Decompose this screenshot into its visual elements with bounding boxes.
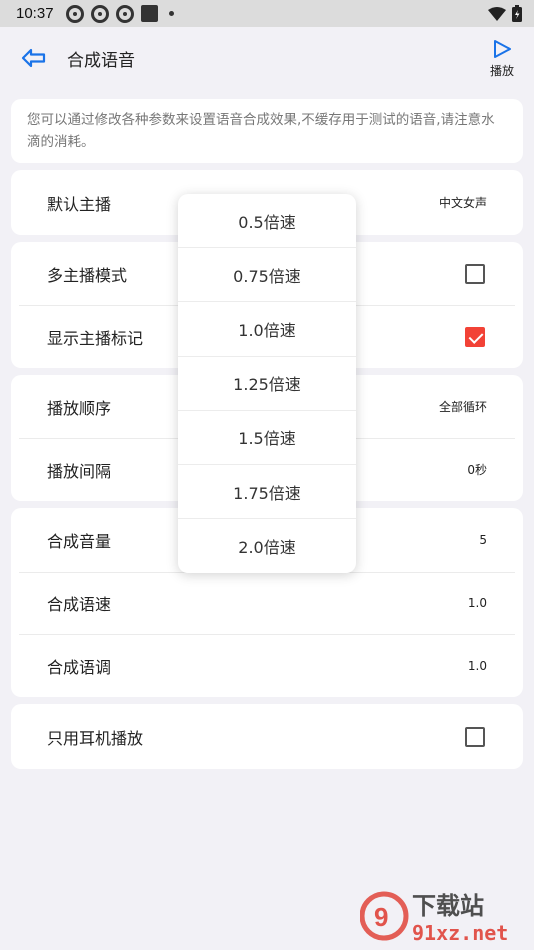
app-bar: 合成语音 播放 <box>0 27 534 91</box>
wifi-icon <box>488 6 506 21</box>
play-button[interactable]: 播放 <box>486 39 518 79</box>
speed-option[interactable]: 0.5倍速 <box>178 194 356 249</box>
speed-option[interactable]: 1.0倍速 <box>178 302 356 357</box>
speed-option[interactable]: 1.25倍速 <box>178 357 356 411</box>
info-card: 您可以通过修改各种参数来设置语音合成效果,不缓存用于测试的语音,请注意水滴的消耗… <box>11 99 523 163</box>
status-time: 10:37 <box>16 5 54 22</box>
battery-icon <box>512 5 522 22</box>
watermark-logo: 9 下载站 91xz.net <box>359 886 530 946</box>
play-order-value: 全部循环 <box>438 400 487 414</box>
pitch-label: 合成语调 <box>47 657 112 677</box>
back-arrow-icon <box>21 48 46 68</box>
page-title: 合成语音 <box>67 51 135 71</box>
notification-icon <box>65 4 84 23</box>
speed-option[interactable]: 0.75倍速 <box>178 248 356 303</box>
svg-text:下载站: 下载站 <box>412 892 484 920</box>
volume-label: 合成音量 <box>47 532 112 551</box>
status-bar: 10:37 <box>0 0 534 27</box>
headphone-label: 只用耳机播放 <box>47 728 144 748</box>
svg-text:91xz.net: 91xz.net <box>412 921 508 945</box>
play-order-label: 播放顺序 <box>47 398 112 418</box>
back-button[interactable] <box>20 44 48 72</box>
headphone-checkbox[interactable] <box>465 726 485 747</box>
multi-anchor-checkbox[interactable] <box>465 263 485 284</box>
svg-text:9: 9 <box>374 902 388 932</box>
multi-anchor-label: 多主播模式 <box>47 265 128 285</box>
speed-dropdown-menu: 0.5倍速 0.75倍速 1.0倍速 1.25倍速 1.5倍速 1.75倍速 2… <box>178 194 356 573</box>
headphone-row[interactable]: 只用耳机播放 <box>19 704 515 769</box>
headphone-card: 只用耳机播放 <box>11 704 523 769</box>
show-marker-checkbox[interactable] <box>465 326 485 347</box>
app-notification-icon <box>140 5 158 22</box>
anchor-value: 中文女声 <box>438 196 487 210</box>
more-notifications-icon <box>168 11 174 16</box>
play-label: 播放 <box>489 64 514 78</box>
speed-label: 合成语速 <box>47 595 112 614</box>
info-text: 您可以通过修改各种参数来设置语音合成效果,不缓存用于测试的语音,请注意水滴的消耗… <box>27 112 495 150</box>
volume-value: 5 <box>479 533 487 547</box>
speed-option[interactable]: 2.0倍速 <box>178 519 356 573</box>
play-interval-value: 0秒 <box>467 463 487 477</box>
speed-value: 1.0 <box>467 596 487 610</box>
speed-option[interactable]: 1.5倍速 <box>178 411 356 465</box>
show-marker-label: 显示主播标记 <box>47 328 144 348</box>
play-icon <box>494 40 511 58</box>
play-interval-label: 播放间隔 <box>47 461 112 481</box>
anchor-label: 默认主播 <box>47 194 112 214</box>
notification-icon <box>90 4 109 23</box>
pitch-value: 1.0 <box>467 658 487 673</box>
speed-row[interactable]: 合成语速 1.0 <box>19 572 515 634</box>
pitch-row[interactable]: 合成语调 1.0 <box>19 634 515 697</box>
notification-icon <box>115 4 134 23</box>
speed-option[interactable]: 1.75倍速 <box>178 465 356 520</box>
